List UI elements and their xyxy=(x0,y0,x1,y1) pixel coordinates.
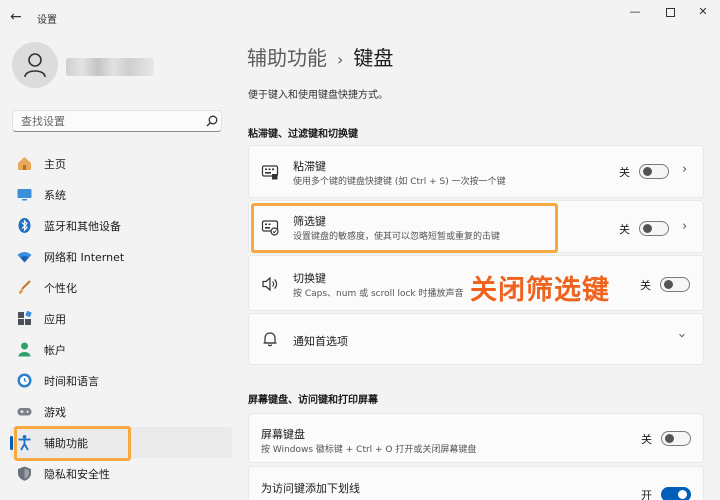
setting-sticky-keys[interactable]: 粘滞键 使用多个键的键盘快捷键 (如 Ctrl + S) 一次按一个键 关 › xyxy=(248,145,704,198)
sidebar-item-label: 帐户 xyxy=(44,344,66,357)
sidebar-nav: 主页 系统 蓝牙和其他设备 网络和 Internet 个性化 应用 帐户 时间和… xyxy=(10,148,232,489)
toggle-state-label: 开 xyxy=(641,489,652,500)
breadcrumb-parent[interactable]: 辅助功能 xyxy=(247,46,327,70)
onscreen-keyboard-toggle[interactable] xyxy=(661,431,691,446)
sidebar-item-label: 辅助功能 xyxy=(44,437,88,450)
setting-title: 通知首选项 xyxy=(293,335,348,348)
sidebar-item-label: 时间和语言 xyxy=(44,375,99,388)
wifi-icon xyxy=(17,252,32,263)
setting-filter-keys[interactable]: 筛选键 设置键盘的敏感度，使其可以忽略短暂或重复的击键 关 › xyxy=(248,200,704,253)
sidebar-item-network[interactable]: 网络和 Internet xyxy=(10,241,232,272)
sidebar-item-privacy[interactable]: 隐私和安全性 xyxy=(10,458,232,489)
sidebar-item-label: 蓝牙和其他设备 xyxy=(44,220,121,233)
sticky-keys-toggle[interactable] xyxy=(639,164,669,179)
sidebar-item-label: 主页 xyxy=(44,158,66,171)
sidebar-item-apps[interactable]: 应用 xyxy=(10,303,232,334)
sidebar-item-home[interactable]: 主页 xyxy=(10,148,232,179)
setting-notification-preferences[interactable]: 通知首选项 › xyxy=(248,313,704,365)
setting-desc: 按 Caps、num 或 scroll lock 时播放声音 xyxy=(293,289,464,299)
chevron-right-icon[interactable]: › xyxy=(682,219,687,234)
account-icon xyxy=(18,342,31,357)
monitor-icon xyxy=(17,189,32,201)
sidebar-item-time-language[interactable]: 时间和语言 xyxy=(10,365,232,396)
setting-onscreen-keyboard[interactable]: 屏幕键盘 按 Windows 徽标键 + Ctrl + O 打开或关闭屏幕键盘 … xyxy=(248,413,704,463)
avatar[interactable] xyxy=(12,42,58,88)
search-input[interactable] xyxy=(13,111,193,131)
close-button[interactable]: ✕ xyxy=(688,4,718,20)
speaker-icon xyxy=(262,276,278,292)
setting-title: 切换键 xyxy=(293,272,326,285)
breadcrumb-separator: › xyxy=(337,50,344,69)
setting-title: 粘滞键 xyxy=(293,160,326,173)
sidebar-item-label: 应用 xyxy=(44,313,66,326)
shield-icon xyxy=(18,466,31,481)
accessibility-icon xyxy=(18,435,31,451)
sidebar-item-gaming[interactable]: 游戏 xyxy=(10,396,232,427)
apps-icon xyxy=(18,310,32,325)
toggle-state-label: 关 xyxy=(619,166,630,179)
filter-keys-toggle[interactable] xyxy=(639,221,669,236)
setting-title: 筛选键 xyxy=(293,215,326,228)
search-box[interactable] xyxy=(12,110,222,132)
chevron-down-icon[interactable]: › xyxy=(674,333,689,338)
bell-icon xyxy=(263,332,277,347)
person-icon xyxy=(24,53,46,78)
bluetooth-icon xyxy=(18,218,31,233)
sidebar-item-label: 系统 xyxy=(44,189,66,202)
sidebar-item-system[interactable]: 系统 xyxy=(10,179,232,210)
setting-desc: 按 Windows 徽标键 + Ctrl + O 打开或关闭屏幕键盘 xyxy=(261,445,477,455)
sidebar-item-label: 网络和 Internet xyxy=(44,251,125,264)
setting-underline-access-keys[interactable]: 为访问键添加下划线 开 xyxy=(248,466,704,500)
gamepad-icon xyxy=(17,408,32,416)
maximize-button[interactable] xyxy=(655,4,685,20)
user-name-blurred xyxy=(66,58,154,76)
toggle-keys-toggle[interactable] xyxy=(660,277,690,292)
sidebar-item-personalization[interactable]: 个性化 xyxy=(10,272,232,303)
toggle-state-label: 关 xyxy=(619,223,630,236)
minimize-button[interactable]: — xyxy=(620,4,650,20)
home-icon xyxy=(18,157,31,170)
back-button[interactable]: ← xyxy=(10,9,26,25)
globe-clock-icon xyxy=(17,373,32,388)
page-title: 键盘 xyxy=(353,46,394,70)
sidebar-item-bluetooth[interactable]: 蓝牙和其他设备 xyxy=(10,210,232,241)
setting-desc: 使用多个键的键盘快捷键 (如 Ctrl + S) 一次按一个键 xyxy=(293,177,506,187)
setting-desc: 设置键盘的敏感度，使其可以忽略短暂或重复的击键 xyxy=(293,232,501,242)
setting-title: 为访问键添加下划线 xyxy=(261,482,360,495)
toggle-state-label: 关 xyxy=(641,433,652,446)
section-title-keys: 粘滞键、过滤键和切换键 xyxy=(248,129,358,140)
toggle-state-label: 关 xyxy=(640,279,651,292)
chevron-right-icon[interactable]: › xyxy=(682,162,687,177)
sidebar-item-label: 游戏 xyxy=(44,406,66,419)
filter-keys-icon xyxy=(261,220,279,236)
underline-access-keys-toggle[interactable] xyxy=(661,487,691,500)
app-title: 设置 xyxy=(37,15,57,26)
page-subtitle: 便于键入和使用键盘快捷方式。 xyxy=(248,90,388,101)
sidebar-item-label: 隐私和安全性 xyxy=(44,468,110,481)
sticky-keys-icon xyxy=(261,165,279,180)
sidebar-item-accessibility[interactable]: 辅助功能 xyxy=(10,427,232,458)
search-icon[interactable] xyxy=(205,114,219,128)
breadcrumb: 辅助功能 › 键盘 xyxy=(247,42,393,71)
setting-title: 屏幕键盘 xyxy=(261,428,305,441)
section-title-onscreen: 屏幕键盘、访问键和打印屏幕 xyxy=(248,395,378,406)
sidebar-item-label: 个性化 xyxy=(44,282,77,295)
maximize-icon xyxy=(665,7,675,17)
title-bar: ← 设置 — ✕ xyxy=(0,0,720,34)
brush-icon xyxy=(19,280,31,294)
annotation-text: 关闭筛选键 xyxy=(470,275,610,306)
sidebar-item-accounts[interactable]: 帐户 xyxy=(10,334,232,365)
